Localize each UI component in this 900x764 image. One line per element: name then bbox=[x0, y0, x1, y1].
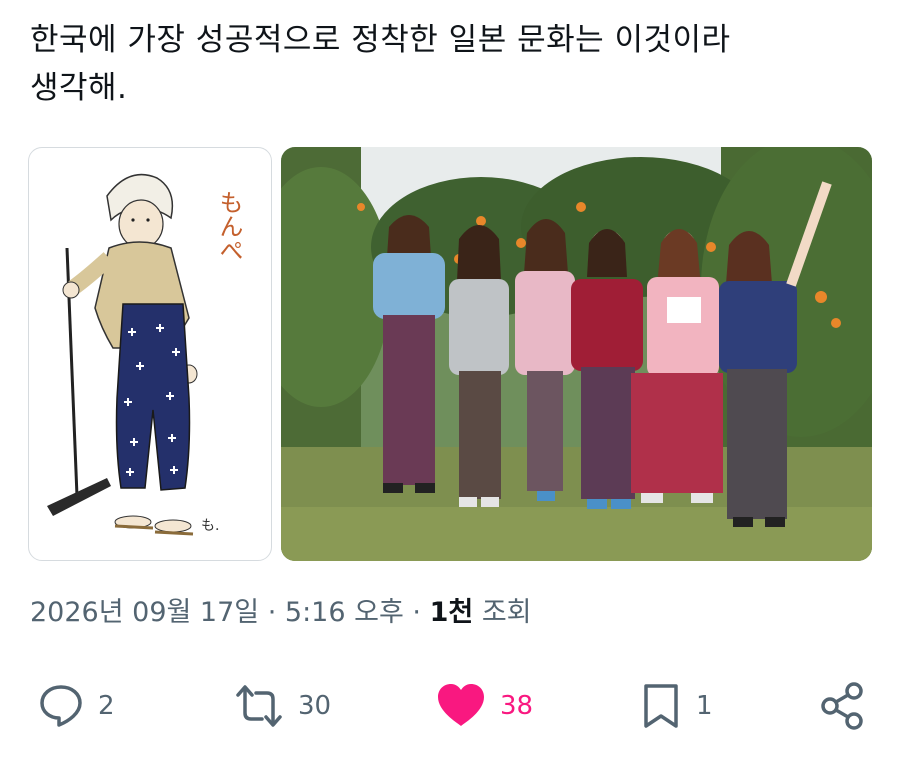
meta-separator: · bbox=[267, 597, 277, 628]
action-bar: 2 30 38 1 bbox=[0, 676, 900, 736]
views-count: 1천 bbox=[429, 597, 474, 628]
retweet-button[interactable]: 30 bbox=[232, 676, 331, 736]
illustration-signature: も. bbox=[201, 518, 219, 534]
monpe-illustration: もんぺ も. bbox=[47, 173, 243, 536]
tweet-meta: 2026년 09월 17일 · 5:16 오후 · 1천 조회 bbox=[30, 590, 532, 629]
illustration-caption: もんぺ bbox=[215, 190, 243, 262]
reply-button[interactable]: 2 bbox=[36, 676, 115, 736]
share-icon bbox=[821, 682, 863, 730]
retweet-icon bbox=[236, 685, 282, 727]
like-count: 38 bbox=[500, 691, 534, 721]
tweet-date: 2026년 09월 17일 bbox=[30, 597, 260, 628]
reply-count: 2 bbox=[98, 691, 115, 721]
share-button[interactable] bbox=[818, 676, 868, 736]
bookmark-button[interactable]: 1 bbox=[638, 676, 713, 736]
bookmark-icon bbox=[644, 684, 678, 728]
person-1 bbox=[373, 215, 445, 493]
reply-icon bbox=[40, 685, 82, 727]
bookmark-count: 1 bbox=[696, 691, 713, 721]
retweet-count: 30 bbox=[298, 691, 332, 721]
media-illustration[interactable]: もんぺ も. bbox=[28, 147, 272, 561]
tweet-media[interactable]: もんぺ も. bbox=[28, 147, 872, 561]
tweet-text: 한국에 가장 성공적으로 정착한 일본 문화는 이것이라 생각해. bbox=[30, 22, 731, 106]
views-label: 조회 bbox=[481, 597, 532, 628]
tweet-time: 5:16 오후 bbox=[284, 597, 404, 628]
media-photo[interactable] bbox=[281, 147, 872, 561]
like-button[interactable]: 38 bbox=[434, 676, 533, 736]
group-photo bbox=[281, 147, 872, 561]
heart-icon bbox=[438, 684, 484, 726]
meta-separator: · bbox=[412, 597, 421, 628]
